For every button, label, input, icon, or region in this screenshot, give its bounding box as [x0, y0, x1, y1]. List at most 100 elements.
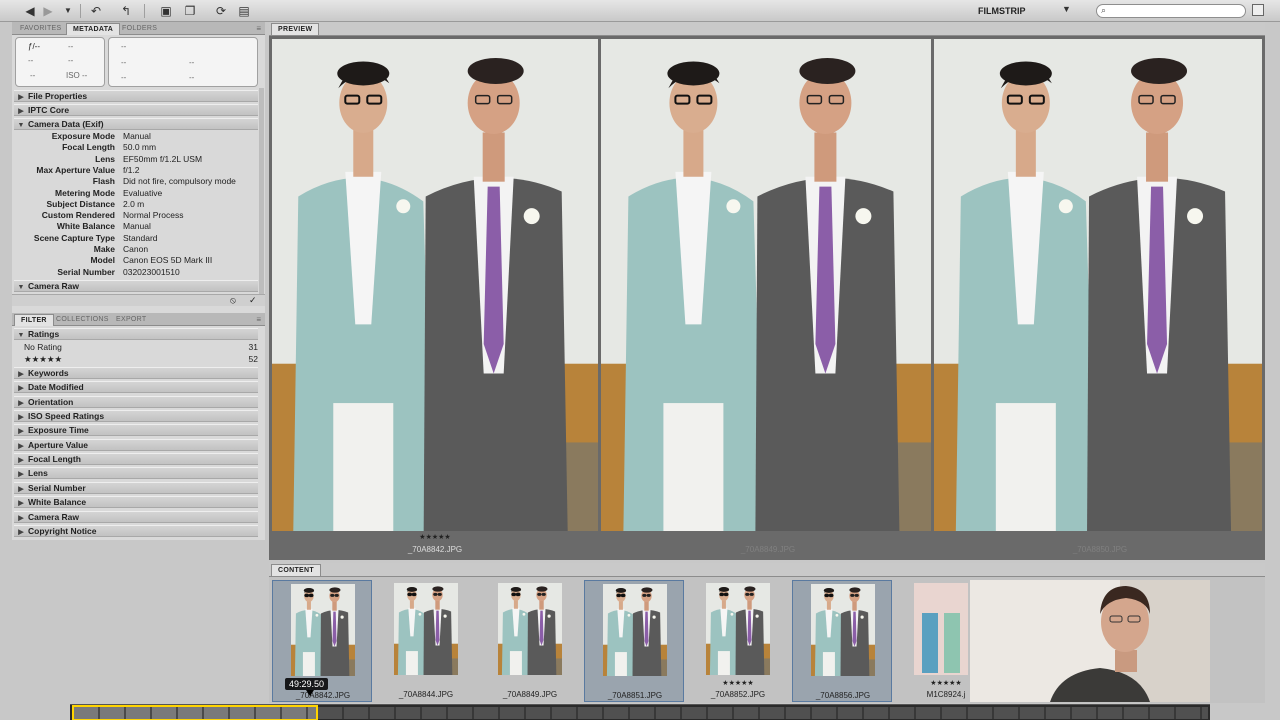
disclosure-closed-icon: ▶ — [18, 514, 24, 522]
filter-category[interactable]: ▶ Keywords — [14, 367, 258, 379]
filter-category[interactable]: ▶ Lens — [14, 467, 258, 480]
apply-check-icon[interactable]: ✓ — [249, 295, 257, 306]
filter-category[interactable]: ▶ Orientation — [14, 395, 258, 408]
filter-category-label: Aperture Value — [28, 439, 88, 450]
cancel-icon[interactable]: ⦸ — [230, 295, 236, 306]
exif-row: Subject Distance 2.0 m — [14, 199, 258, 210]
presenter-image — [970, 580, 1210, 702]
thumbnail-image — [498, 583, 562, 675]
exif-key: Focal Length — [62, 142, 115, 153]
filter-category[interactable]: ▶ Date Modified — [14, 381, 258, 394]
exif-value[interactable]: 2.0 m — [123, 199, 144, 210]
camera-icon[interactable]: ▣ — [158, 3, 174, 19]
metadata-scrollbar[interactable] — [259, 88, 264, 294]
content-thumbnail[interactable]: ★★★★★ _70A8852.JPG — [688, 580, 788, 702]
panel-menu-icon[interactable]: ≡ — [256, 22, 261, 35]
section-camera-data[interactable]: ▼ Camera Data (Exif) — [14, 118, 258, 130]
section-camera-raw[interactable]: ▼ Camera Raw — [14, 280, 258, 292]
boomerang-icon[interactable]: ↰ — [118, 3, 134, 19]
filter-tab-bar: FILTER COLLECTIONS EXPORT ≡ — [12, 313, 265, 326]
tab-favorites[interactable]: FAVORITES — [14, 23, 67, 35]
tab-folders[interactable]: FOLDERS — [116, 23, 163, 35]
content-thumbnail[interactable]: _70A8856.JPG — [792, 580, 892, 702]
workspace-label[interactable]: FILMSTRIP — [978, 6, 1026, 16]
content-thumbnail[interactable]: _70A8844.JPG — [376, 580, 476, 702]
tab-filter[interactable]: FILTER — [14, 314, 54, 326]
disclosure-closed-icon: ▶ — [18, 414, 24, 422]
timeline-frames — [318, 707, 1208, 719]
disclosure-open-icon: ▼ — [17, 284, 25, 291]
filter-category[interactable]: ▶ Focal Length — [14, 453, 258, 466]
tab-content[interactable]: CONTENT — [271, 564, 321, 576]
filter-row-no-rating[interactable]: No Rating 31 — [14, 341, 258, 353]
exif-key: Max Aperture Value — [36, 164, 115, 175]
filter-category[interactable]: ▶ White Balance — [14, 496, 258, 509]
tab-preview[interactable]: PREVIEW — [271, 23, 320, 35]
filter-category-label: Lens — [28, 468, 48, 479]
filter-section-ratings[interactable]: ▼ Ratings — [14, 328, 258, 340]
forward-arrow-icon[interactable]: ▶ — [40, 3, 56, 19]
filter-category[interactable]: ▶ Copyright Notice — [14, 524, 258, 537]
exif-value[interactable]: Canon — [123, 244, 148, 255]
toolbar-separator — [80, 4, 81, 18]
exif-value[interactable]: Normal Process — [123, 210, 183, 221]
thumbnail-photo — [914, 583, 968, 675]
thumbnail-rating: ★★★★★ — [722, 680, 754, 687]
exif-value[interactable]: 032023001510 — [123, 267, 180, 278]
photo-grooms — [934, 39, 1262, 531]
filter-category[interactable]: ▶ Aperture Value — [14, 438, 258, 451]
content-thumbnail[interactable]: _70A8849.JPG — [480, 580, 580, 702]
filter-category[interactable]: ▶ Serial Number — [14, 481, 258, 494]
preview-photo-2[interactable] — [601, 39, 931, 531]
panel-menu-icon[interactable]: ≡ — [256, 313, 261, 326]
bridge-window: ◀ ▶ ▼ ↶ ↰ ▣ ❐ ⟳ ▤ FILMSTRIP ▼ ⌕ FAVORITE… — [0, 0, 1280, 720]
filter-category-label: Exposure Time — [28, 425, 89, 436]
timeline-selection[interactable] — [72, 705, 318, 720]
placard-dash: -- — [189, 73, 195, 82]
tab-collections[interactable]: COLLECTIONS — [50, 314, 115, 326]
rotate-icon[interactable]: ↶ — [88, 3, 104, 19]
search-icon: ⌕ — [1101, 5, 1107, 15]
content-thumbnail[interactable]: _70A8851.JPG — [584, 580, 684, 702]
exif-value[interactable]: Standard — [123, 233, 158, 244]
preview-photo-3[interactable] — [934, 39, 1262, 531]
section-iptc-core[interactable]: ▶ IPTC Core — [14, 104, 258, 116]
window-mode-button[interactable] — [1252, 4, 1264, 16]
exif-key: Make — [93, 244, 115, 254]
preview-photo-1[interactable] — [272, 39, 598, 531]
playhead-marker[interactable] — [306, 690, 314, 696]
filter-category[interactable]: ▶ Exposure Time — [14, 424, 258, 437]
exif-value[interactable]: EF50mm f/1.2L USM — [123, 154, 202, 165]
filter-category[interactable]: ▶ ISO Speed Ratings — [14, 410, 258, 423]
thumbnail-filename: _70A8852.JPG — [710, 690, 766, 699]
video-timeline[interactable] — [70, 704, 1210, 720]
exif-row: Metering Mode Evaluative — [14, 188, 258, 199]
chevron-down-icon[interactable]: ▼ — [1062, 4, 1071, 14]
exif-value[interactable]: Evaluative — [123, 188, 162, 199]
chevron-down-icon[interactable]: ▼ — [60, 3, 76, 19]
refresh-icon[interactable]: ⟳ — [213, 3, 229, 19]
open-with-icon[interactable]: ▤ — [236, 3, 252, 19]
exif-value[interactable]: Manual — [123, 131, 151, 142]
disclosure-closed-icon: ▶ — [18, 442, 24, 450]
timecode-label: 49:29.50 — [285, 678, 329, 690]
exif-value[interactable]: Manual — [123, 221, 151, 232]
exif-value[interactable]: 50.0 mm — [123, 142, 156, 153]
placard-dash: -- — [189, 58, 195, 67]
exif-value[interactable]: Did not fire, compulsory mode — [123, 176, 236, 187]
tab-metadata[interactable]: METADATA — [66, 23, 121, 35]
back-arrow-icon[interactable]: ◀ — [22, 3, 38, 19]
exif-value[interactable]: Canon EOS 5D Mark III — [123, 255, 212, 266]
exif-value[interactable]: f/1.2 — [123, 165, 140, 176]
section-file-properties[interactable]: ▶ File Properties — [14, 90, 258, 102]
filter-row-five-stars[interactable]: ★★★★★ 52 — [14, 353, 258, 365]
aperture-value: ƒ/-- — [28, 42, 40, 51]
thumbnail-photo — [498, 583, 562, 675]
preview-filename: _70A8850.JPG — [1072, 545, 1128, 554]
toolbar: ◀ ▶ ▼ ↶ ↰ ▣ ❐ ⟳ ▤ FILMSTRIP ▼ ⌕ — [0, 0, 1280, 22]
tab-export[interactable]: EXPORT — [110, 314, 152, 326]
search-input[interactable]: ⌕ — [1096, 4, 1246, 18]
exif-list: Exposure Mode Manual Focal Length 50.0 mm Le… — [12, 131, 265, 281]
filter-category[interactable]: ▶ Camera Raw — [14, 510, 258, 523]
stack-icon[interactable]: ❐ — [182, 3, 198, 19]
